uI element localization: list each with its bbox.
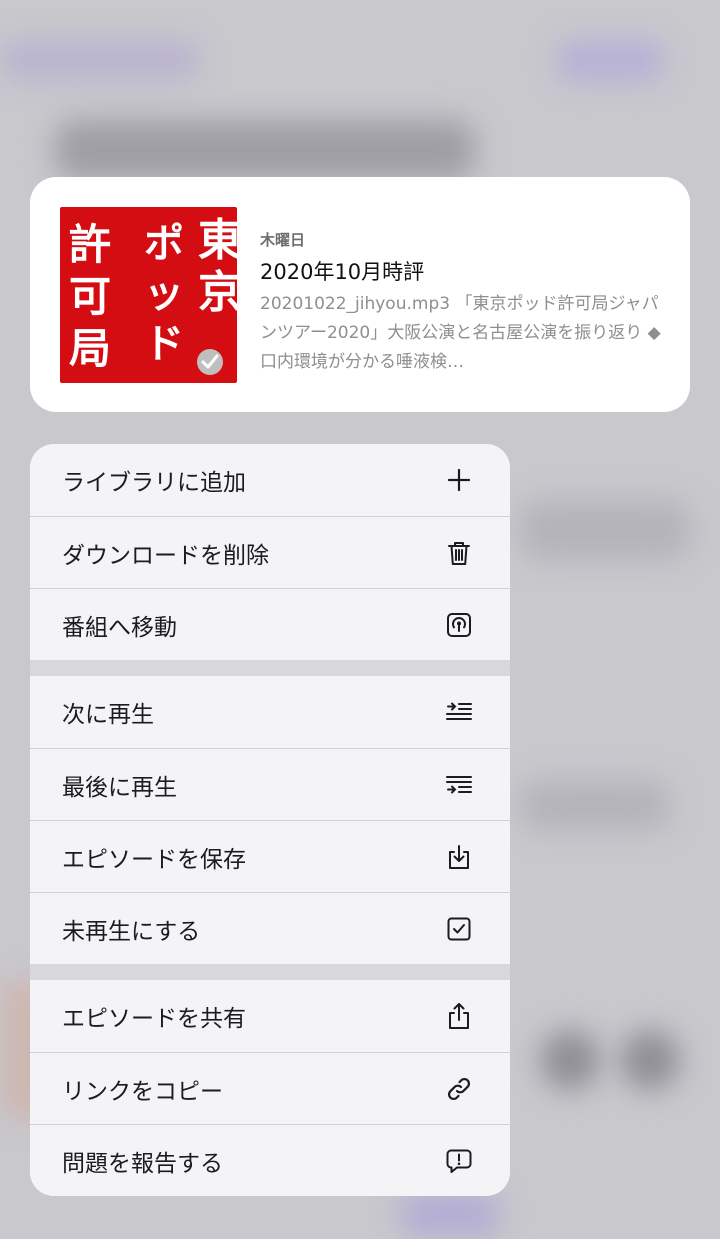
menu-item-label: ダウンロードを削除 <box>62 542 269 569</box>
menu-item-label: エピソードを保存 <box>62 846 246 873</box>
artwork-char: ド <box>144 321 184 367</box>
artwork-char: 可 <box>69 272 111 321</box>
menu-item-label: エピソードを共有 <box>62 1006 246 1032</box>
menu-group-playback: 次に再生 最後に再生 エピソードを保存 未再生にする <box>30 676 510 964</box>
podcast-artwork: 東 京 ポ ッ ド 許 可 局 <box>60 207 237 383</box>
menu-item-report-issue[interactable]: 問題を報告する <box>30 1124 510 1196</box>
menu-item-label: 次に再生 <box>62 702 154 728</box>
trash-icon <box>444 538 474 568</box>
menu-item-label: リンクをコピー <box>62 1078 223 1105</box>
podcast-icon <box>444 610 474 640</box>
episode-title: 2020年10月時評 <box>260 260 425 284</box>
artwork-char: ポ <box>144 221 184 267</box>
menu-item-copy-link[interactable]: リンクをコピー <box>30 1052 510 1124</box>
artwork-char: 許 <box>69 220 111 269</box>
menu-item-label: 未再生にする <box>62 918 201 945</box>
play-last-icon <box>444 770 474 800</box>
episode-description: 20201022_jihyou.mp3 「東京ポッド許可局ジャパンツアー2020… <box>260 294 661 372</box>
share-icon <box>444 1001 474 1031</box>
menu-item-mark-unplayed[interactable]: 未再生にする <box>30 892 510 964</box>
artwork-char: 東 <box>198 215 237 266</box>
artwork-char: 局 <box>69 324 111 373</box>
menu-divider <box>30 660 510 676</box>
link-icon <box>444 1074 474 1104</box>
play-next-icon <box>444 697 474 727</box>
menu-item-label: ライブラリに追加 <box>62 470 246 496</box>
menu-item-add-to-library[interactable]: ライブラリに追加 <box>30 444 510 516</box>
artwork-char: ッ <box>144 271 184 317</box>
menu-item-go-to-show[interactable]: 番組へ移動 <box>30 588 510 660</box>
menu-group-library: ライブラリに追加 ダウンロードを削除 番組へ移動 <box>30 444 510 660</box>
context-menu: ライブラリに追加 ダウンロードを削除 番組へ移動 次に再生 最後に再生 エピソー… <box>30 444 510 1196</box>
menu-item-remove-download[interactable]: ダウンロードを削除 <box>30 516 510 588</box>
episode-day: 木曜日 <box>260 231 306 249</box>
menu-divider <box>30 964 510 980</box>
save-download-icon <box>444 842 474 872</box>
menu-item-play-last[interactable]: 最後に再生 <box>30 748 510 820</box>
checkmark-icon <box>197 349 223 375</box>
episode-preview-card[interactable]: 東 京 ポ ッ ド 許 可 局 木曜日 2020年10月時評 20201022_… <box>30 177 690 412</box>
plus-icon <box>444 465 474 495</box>
menu-item-save-episode[interactable]: エピソードを保存 <box>30 820 510 892</box>
menu-item-share-episode[interactable]: エピソードを共有 <box>30 980 510 1052</box>
menu-item-label: 番組へ移動 <box>62 614 177 641</box>
checkbox-icon <box>444 914 474 944</box>
report-icon <box>444 1146 474 1176</box>
menu-group-share: エピソードを共有 リンクをコピー 問題を報告する <box>30 980 510 1196</box>
menu-item-label: 問題を報告する <box>62 1150 223 1177</box>
artwork-char: 京 <box>198 267 237 318</box>
menu-item-play-next[interactable]: 次に再生 <box>30 676 510 748</box>
menu-item-label: 最後に再生 <box>62 774 177 801</box>
